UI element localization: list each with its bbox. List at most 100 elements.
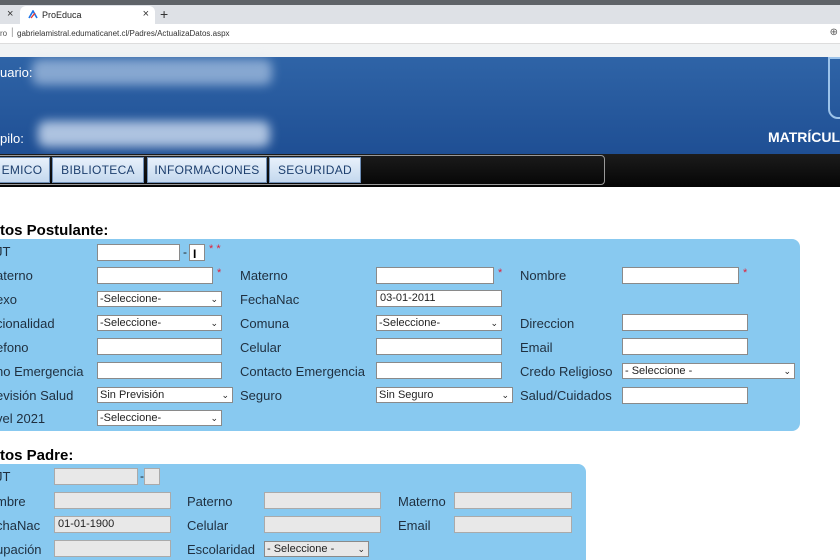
credo-select[interactable]: - Seleccione - ⌄ — [622, 363, 795, 379]
padre-rut-input[interactable] — [54, 468, 138, 485]
zoom-icon[interactable]: ⊕ — [830, 27, 838, 38]
padre-email-input[interactable] — [454, 516, 572, 533]
nacionalidad-value: -Seleccione- — [100, 317, 162, 329]
padre-email-label: Email — [398, 518, 431, 533]
usuario-label: uario: — [0, 65, 33, 80]
nav-tab-biblioteca[interactable]: BIBLIOTECA — [52, 157, 144, 183]
chevron-down-icon: ⌄ — [490, 318, 498, 328]
padre-panel: JT - mbre Paterno Materno chaNac 01-01-1… — [0, 464, 586, 560]
postulante-panel: JT - I * * aterno * Materno * Nombre * e… — [0, 239, 800, 431]
salud-input[interactable] — [622, 387, 748, 404]
padre-celular-label: Celular — [187, 518, 229, 533]
padre-nombre-label: mbre — [0, 494, 26, 509]
prevision-select[interactable]: Sin Previsión ⌄ — [97, 387, 233, 403]
padre-materno-input[interactable] — [454, 492, 572, 509]
nivel-label: vel 2021 — [0, 411, 46, 426]
email-label: Email — [520, 340, 553, 355]
padre-escolaridad-value: - Seleccione - — [267, 543, 335, 555]
padre-fechanac-input[interactable]: 01-01-1900 — [54, 516, 171, 533]
celular-label: Celular — [240, 340, 282, 355]
text-cursor-icon: I — [193, 247, 197, 261]
materno-label: Materno — [240, 268, 288, 283]
blurred-pupil-name — [38, 121, 270, 147]
comuna-select[interactable]: -Seleccione- ⌄ — [376, 315, 502, 331]
nombre-input[interactable] — [622, 267, 739, 284]
padre-nombre-input[interactable] — [54, 492, 171, 509]
url-scheme-label: ro — [0, 29, 8, 38]
prevision-value: Sin Previsión — [100, 389, 165, 401]
padre-ocupacion-label: upación — [0, 542, 42, 557]
new-tab-icon[interactable]: + — [160, 6, 168, 22]
required-marker: * — [743, 267, 748, 279]
contacto-emergencia-label: Contacto Emergencia — [240, 364, 366, 379]
contacto-emergencia-input[interactable] — [376, 362, 502, 379]
pupilo-label: pilo: — [0, 131, 24, 146]
sexo-label: exo — [0, 292, 17, 307]
chevron-down-icon: ⌄ — [210, 294, 218, 304]
chevron-down-icon: ⌄ — [783, 366, 791, 376]
padre-celular-input[interactable] — [264, 516, 381, 533]
celular-input[interactable] — [376, 338, 502, 355]
padre-rut-label: JT — [0, 469, 11, 484]
fono-emergencia-label: no Emergencia — [0, 364, 84, 379]
proeduca-favicon-icon — [28, 10, 38, 19]
postulante-section-title: tos Postulante: — [0, 222, 109, 239]
fechanac-input[interactable]: 03-01-2011 — [376, 290, 502, 307]
site-header: uario: pilo: MATRÍCUL — [0, 57, 840, 154]
telefono-label: efono — [0, 340, 29, 355]
fechanac-label: FechaNac — [240, 292, 300, 307]
nav-tab-academico[interactable]: EMICO — [0, 157, 50, 183]
chevron-down-icon: ⌄ — [221, 390, 229, 400]
nivel-value: -Seleccione- — [100, 412, 162, 424]
sexo-select[interactable]: -Seleccione- ⌄ — [97, 291, 222, 307]
credo-value: - Seleccione - — [625, 365, 693, 377]
tab-title: ProEduca — [42, 10, 82, 20]
rut-dash: - — [183, 245, 187, 259]
padre-paterno-input[interactable] — [264, 492, 381, 509]
prevision-label: evisión Salud — [0, 388, 74, 403]
materno-input[interactable] — [376, 267, 494, 284]
telefono-input[interactable] — [97, 338, 222, 355]
chevron-down-icon: ⌄ — [210, 318, 218, 328]
padre-materno-label: Materno — [398, 494, 446, 509]
required-marker: * * — [209, 243, 221, 255]
fono-emergencia-input[interactable] — [97, 362, 222, 379]
comuna-value: -Seleccione- — [379, 317, 441, 329]
browser-tab[interactable]: ProEduca × — [20, 6, 155, 24]
rut-dv-input[interactable] — [189, 244, 205, 261]
padre-rut-dv-input[interactable] — [144, 468, 160, 485]
tab-strip: × ProEduca × + — [0, 5, 840, 24]
email-input[interactable] — [622, 338, 748, 355]
url-separator: | — [11, 27, 14, 38]
main-nav: EMICO BIBLIOTECA INFORMACIONES SEGURIDAD — [0, 154, 840, 187]
paterno-label: aterno — [0, 268, 33, 283]
seguro-select[interactable]: Sin Seguro ⌄ — [376, 387, 513, 403]
nivel-select[interactable]: -Seleccione- ⌄ — [97, 410, 222, 426]
blurred-user-name — [32, 59, 272, 85]
padre-escolaridad-select[interactable]: - Seleccione - ⌄ — [264, 541, 369, 557]
padre-ocupacion-input[interactable] — [54, 540, 171, 557]
url-text[interactable]: gabrielamistral.edumaticanet.cl/Padres/A… — [17, 29, 230, 38]
required-marker: * — [498, 267, 503, 279]
padre-paterno-label: Paterno — [187, 494, 233, 509]
chevron-down-icon: ⌄ — [357, 544, 365, 554]
close-icon[interactable]: × — [143, 8, 149, 20]
address-bar[interactable]: ro | gabrielamistral.edumaticanet.cl/Pad… — [0, 24, 840, 44]
padre-fechanac-label: chaNac — [0, 518, 41, 533]
nombre-label: Nombre — [520, 268, 567, 283]
nav-tab-seguridad[interactable]: SEGURIDAD — [269, 157, 361, 183]
nav-tab-informaciones[interactable]: INFORMACIONES — [147, 157, 267, 183]
rut-label: JT — [0, 244, 11, 259]
padre-escolaridad-label: Escolaridad — [187, 542, 255, 557]
direccion-input[interactable] — [622, 314, 748, 331]
salud-label: Salud/Cuidados — [520, 388, 612, 403]
direccion-label: Direccion — [520, 316, 575, 331]
chevron-down-icon: ⌄ — [210, 413, 218, 423]
rut-input[interactable] — [97, 244, 180, 261]
matricula-title: MATRÍCUL — [768, 129, 840, 145]
sexo-value: -Seleccione- — [100, 293, 162, 305]
paterno-input[interactable] — [97, 267, 213, 284]
close-icon[interactable]: × — [7, 8, 13, 20]
chevron-down-icon: ⌄ — [501, 390, 509, 400]
nacionalidad-select[interactable]: -Seleccione- ⌄ — [97, 315, 222, 331]
